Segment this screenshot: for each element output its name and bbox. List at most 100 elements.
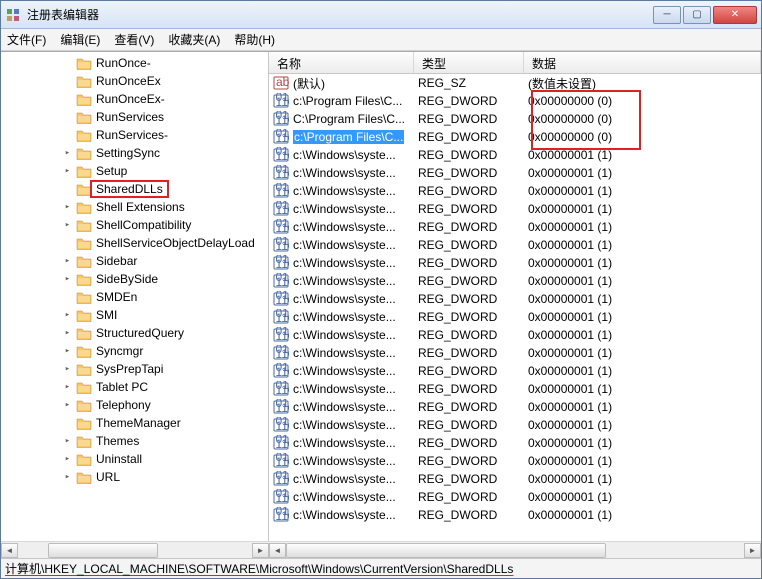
- value-row[interactable]: c:\Windows\syste...REG_DWORD0x00000001 (…: [269, 254, 761, 272]
- expand-icon[interactable]: [61, 417, 74, 430]
- tree-item[interactable]: ▸Themes: [1, 432, 268, 450]
- tree-item[interactable]: RunServices: [1, 108, 268, 126]
- menu-view[interactable]: 查看(V): [114, 31, 154, 48]
- tree-item[interactable]: SharedDLLs: [1, 180, 268, 198]
- tree-item[interactable]: ThemeManager: [1, 414, 268, 432]
- tree-item[interactable]: ▸URL: [1, 468, 268, 486]
- expand-icon[interactable]: ▸: [61, 165, 74, 178]
- tree-item[interactable]: RunServices-: [1, 126, 268, 144]
- minimize-button[interactable]: ─: [653, 6, 681, 24]
- col-name[interactable]: 名称: [269, 52, 414, 73]
- maximize-button[interactable]: ▢: [683, 6, 711, 24]
- tree-item[interactable]: ▸Telephony: [1, 396, 268, 414]
- expand-icon[interactable]: ▸: [61, 363, 74, 376]
- expand-icon[interactable]: ▸: [61, 273, 74, 286]
- value-row[interactable]: c:\Windows\syste...REG_DWORD0x00000001 (…: [269, 362, 761, 380]
- value-list[interactable]: (默认)REG_SZ(数值未设置)c:\Program Files\C...RE…: [269, 74, 761, 541]
- expand-icon[interactable]: ▸: [61, 219, 74, 232]
- value-row[interactable]: c:\Windows\syste...REG_DWORD0x00000001 (…: [269, 200, 761, 218]
- value-row[interactable]: c:\Windows\syste...REG_DWORD0x00000001 (…: [269, 182, 761, 200]
- value-row[interactable]: c:\Windows\syste...REG_DWORD0x00000001 (…: [269, 146, 761, 164]
- value-data: 0x00000001 (1): [528, 418, 761, 432]
- titlebar[interactable]: 注册表编辑器 ─ ▢ ✕: [1, 1, 761, 29]
- tree-item[interactable]: ▸Sidebar: [1, 252, 268, 270]
- value-name: c:\Windows\syste...: [293, 256, 396, 270]
- tree-item[interactable]: RunOnceEx-: [1, 90, 268, 108]
- value-name: c:\Windows\syste...: [293, 328, 396, 342]
- tree-item[interactable]: ▸SMI: [1, 306, 268, 324]
- tree-hscroll[interactable]: ◄ ►: [1, 541, 269, 558]
- value-row[interactable]: c:\Windows\syste...REG_DWORD0x00000001 (…: [269, 272, 761, 290]
- value-row[interactable]: C:\Program Files\C...REG_DWORD0x00000000…: [269, 110, 761, 128]
- expand-icon[interactable]: ▸: [61, 399, 74, 412]
- tree-item[interactable]: ShellServiceObjectDelayLoad: [1, 234, 268, 252]
- scroll-left-icon[interactable]: ◄: [1, 543, 18, 558]
- expand-icon[interactable]: ▸: [61, 471, 74, 484]
- value-row[interactable]: c:\Windows\syste...REG_DWORD0x00000001 (…: [269, 452, 761, 470]
- list-header[interactable]: 名称 类型 数据: [269, 52, 761, 74]
- value-row[interactable]: c:\Windows\syste...REG_DWORD0x00000001 (…: [269, 434, 761, 452]
- tree-item[interactable]: ▸SettingSync: [1, 144, 268, 162]
- expand-icon[interactable]: [61, 57, 74, 70]
- scroll-left-icon[interactable]: ◄: [269, 543, 286, 558]
- tree-item[interactable]: ▸ShellCompatibility: [1, 216, 268, 234]
- expand-icon[interactable]: ▸: [61, 453, 74, 466]
- expand-icon[interactable]: ▸: [61, 327, 74, 340]
- value-row[interactable]: c:\Windows\syste...REG_DWORD0x00000001 (…: [269, 416, 761, 434]
- expand-icon[interactable]: ▸: [61, 255, 74, 268]
- value-row[interactable]: c:\Windows\syste...REG_DWORD0x00000001 (…: [269, 470, 761, 488]
- scroll-thumb[interactable]: [286, 543, 606, 558]
- tree-item[interactable]: ▸Shell Extensions: [1, 198, 268, 216]
- expand-icon[interactable]: ▸: [61, 147, 74, 160]
- expand-icon[interactable]: ▸: [61, 201, 74, 214]
- scroll-right-icon[interactable]: ►: [252, 543, 269, 558]
- key-tree[interactable]: RunOnce- RunOnceExRunOnceEx-RunServicesRu…: [1, 52, 269, 541]
- col-type[interactable]: 类型: [414, 52, 524, 73]
- scroll-right-icon[interactable]: ►: [744, 543, 761, 558]
- value-row[interactable]: c:\Program Files\C...REG_DWORD0x00000000…: [269, 128, 761, 146]
- menu-edit[interactable]: 编辑(E): [60, 31, 100, 48]
- expand-icon[interactable]: [61, 75, 74, 88]
- expand-icon[interactable]: [61, 237, 74, 250]
- tree-item[interactable]: ▸StructuredQuery: [1, 324, 268, 342]
- value-row[interactable]: c:\Windows\syste...REG_DWORD0x00000001 (…: [269, 380, 761, 398]
- close-button[interactable]: ✕: [713, 6, 757, 24]
- expand-icon[interactable]: ▸: [61, 345, 74, 358]
- tree-item[interactable]: ▸SysPrepTapi: [1, 360, 268, 378]
- list-hscroll[interactable]: ◄ ►: [269, 541, 761, 558]
- value-row[interactable]: c:\Windows\syste...REG_DWORD0x00000001 (…: [269, 398, 761, 416]
- expand-icon[interactable]: ▸: [61, 309, 74, 322]
- expand-icon[interactable]: [61, 129, 74, 142]
- tree-item-label: RunOnce-: [96, 56, 151, 70]
- value-row[interactable]: c:\Windows\syste...REG_DWORD0x00000001 (…: [269, 326, 761, 344]
- col-data[interactable]: 数据: [524, 52, 761, 73]
- expand-icon[interactable]: [61, 183, 74, 196]
- value-row[interactable]: c:\Windows\syste...REG_DWORD0x00000001 (…: [269, 308, 761, 326]
- value-row[interactable]: c:\Windows\syste...REG_DWORD0x00000001 (…: [269, 344, 761, 362]
- expand-icon[interactable]: ▸: [61, 381, 74, 394]
- value-row[interactable]: c:\Windows\syste...REG_DWORD0x00000001 (…: [269, 290, 761, 308]
- menu-file[interactable]: 文件(F): [7, 31, 46, 48]
- expand-icon[interactable]: ▸: [61, 435, 74, 448]
- menu-favorites[interactable]: 收藏夹(A): [168, 31, 220, 48]
- tree-item[interactable]: RunOnceEx: [1, 72, 268, 90]
- tree-item[interactable]: SMDEn: [1, 288, 268, 306]
- value-row[interactable]: (默认)REG_SZ(数值未设置): [269, 74, 761, 92]
- tree-item[interactable]: ▸Uninstall: [1, 450, 268, 468]
- tree-item[interactable]: ▸Setup: [1, 162, 268, 180]
- expand-icon[interactable]: [61, 111, 74, 124]
- value-row[interactable]: c:\Windows\syste...REG_DWORD0x00000001 (…: [269, 164, 761, 182]
- value-row[interactable]: c:\Windows\syste...REG_DWORD0x00000001 (…: [269, 488, 761, 506]
- expand-icon[interactable]: [61, 291, 74, 304]
- value-row[interactable]: c:\Program Files\C...REG_DWORD0x00000000…: [269, 92, 761, 110]
- tree-item[interactable]: ▸SideBySide: [1, 270, 268, 288]
- tree-item[interactable]: RunOnce-: [1, 54, 268, 72]
- tree-item[interactable]: ▸Syncmgr: [1, 342, 268, 360]
- menu-help[interactable]: 帮助(H): [234, 31, 275, 48]
- expand-icon[interactable]: [61, 93, 74, 106]
- value-row[interactable]: c:\Windows\syste...REG_DWORD0x00000001 (…: [269, 236, 761, 254]
- scroll-thumb[interactable]: [48, 543, 158, 558]
- value-row[interactable]: c:\Windows\syste...REG_DWORD0x00000001 (…: [269, 218, 761, 236]
- value-row[interactable]: c:\Windows\syste...REG_DWORD0x00000001 (…: [269, 506, 761, 524]
- tree-item[interactable]: ▸Tablet PC: [1, 378, 268, 396]
